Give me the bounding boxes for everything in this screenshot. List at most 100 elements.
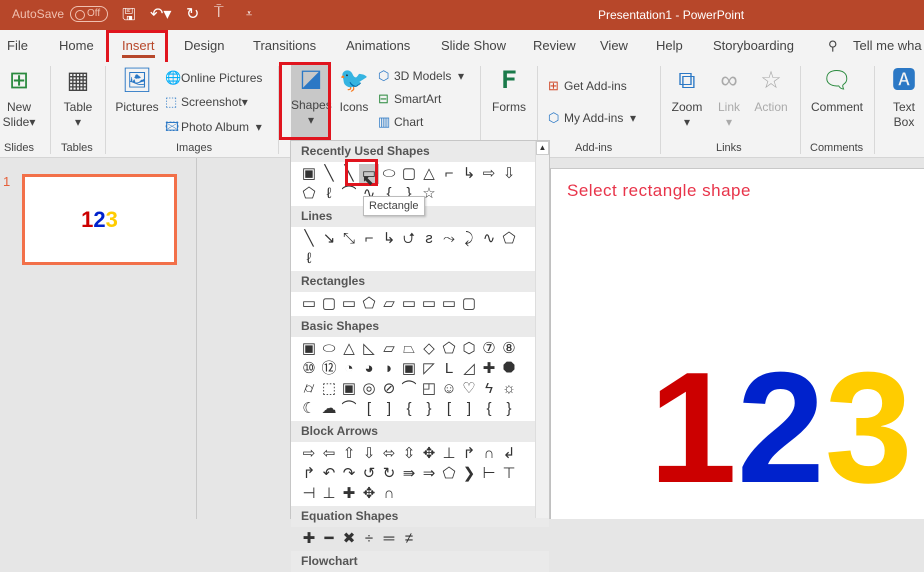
shape-icon[interactable]: ∿ [479,229,499,249]
shape-icon[interactable]: ▱ [379,339,399,359]
tab-slide-show[interactable]: Slide Show [441,38,506,53]
shape-icon[interactable]: ⌒ [339,184,359,204]
tab-transitions[interactable]: Transitions [253,38,316,53]
shape-icon[interactable]: ⇦ [319,444,339,464]
shape-icon[interactable]: ▢ [399,164,419,184]
shape-icon[interactable]: ⊣ [299,484,319,504]
shape-icon[interactable]: ⌐ [439,164,459,184]
get-addins-button[interactable]: ⊞ Get Add-ins [548,78,627,94]
new-slide-button[interactable]: ⊞ New Slide▾ [2,66,36,130]
shape-icon[interactable]: ↺ [359,464,379,484]
screenshot-button[interactable]: ⬚ Screenshot▾ [165,94,248,110]
shape-icon[interactable]: ƨ [419,229,439,249]
shape-icon[interactable]: ☁ [319,399,339,419]
shape-icon[interactable]: ℓ [299,249,319,269]
shape-icon[interactable]: ╲ [299,229,319,249]
shape-icon[interactable]: ↷ [339,464,359,484]
shape-icon[interactable]: ☺ [439,379,459,399]
shape-icon[interactable]: ▭ [419,294,439,314]
shape-icon[interactable]: ⏢ [399,339,419,359]
shape-icon[interactable]: ⑩ [299,359,319,379]
shape-icon[interactable]: ▣ [399,359,419,379]
shape-icon[interactable]: } [419,399,439,419]
shape-icon[interactable]: ↘ [319,229,339,249]
shape-icon[interactable]: ◿ [459,359,479,379]
shape-icon[interactable]: ⇨ [299,444,319,464]
shape-icon[interactable]: ⇩ [499,164,519,184]
shape-icon[interactable]: ⌒ [339,399,359,419]
text-box-button[interactable]: 🅰 Text Box [884,66,924,130]
shape-icon[interactable]: ✖ [339,529,359,549]
shape-icon[interactable]: ] [379,399,399,419]
autosave-toggle[interactable]: Off [70,6,108,22]
shape-icon[interactable]: ━ [319,529,339,549]
shape-icon[interactable]: ↱ [459,444,479,464]
shape-icon[interactable]: ⇒ [419,464,439,484]
shape-icon[interactable]: ✥ [419,444,439,464]
shape-icon[interactable]: ⑫ [319,359,339,379]
shape-icon[interactable]: ▱ [379,294,399,314]
shape-icon[interactable]: ▣ [339,379,359,399]
shape-icon[interactable]: ⤡ [339,229,359,249]
link-button[interactable]: ∞ Link ▾ [712,66,746,130]
shape-icon[interactable]: ↶ [319,464,339,484]
shape-icon[interactable]: ⇨ [479,164,499,184]
action-button[interactable]: ☆ Action [750,66,792,115]
shape-icon[interactable]: ❯ [459,464,479,484]
photo-album-button[interactable]: 🖾 Photo Album ▾ [165,118,262,140]
smartart-button[interactable]: ⊟ SmartArt [378,91,441,107]
shape-icon[interactable]: ⊤ [499,464,519,484]
shape-icon[interactable]: ✚ [339,484,359,504]
shape-icon[interactable]: [ [439,399,459,419]
shape-icon[interactable]: { [399,399,419,419]
comment-button[interactable]: 🗨 Comment [806,66,868,115]
slide-thumbnail[interactable]: 123 [22,174,177,265]
present-icon[interactable]: ⍑ [214,4,224,22]
tell-me-input[interactable]: Tell me wha [853,38,922,53]
shape-icon[interactable]: ⬠ [439,339,459,359]
shape-icon[interactable]: ◺ [359,339,379,359]
gallery-scrollbar[interactable]: ▲ [535,141,549,518]
shape-icon[interactable]: ✚ [479,359,499,379]
shape-icon[interactable]: ⊥ [319,484,339,504]
shape-icon[interactable]: ▣ [299,339,319,359]
shape-icon[interactable]: } [499,399,519,419]
chart-button[interactable]: ▥ Chart [378,114,423,130]
shape-icon[interactable]: ϟ [479,379,499,399]
zoom-button[interactable]: ⧉ Zoom ▾ [668,66,706,130]
shape-icon[interactable]: ☾ [299,399,319,419]
tab-view[interactable]: View [600,38,628,53]
shape-icon[interactable]: ℓ [319,184,339,204]
shape-icon[interactable]: ◰ [419,379,439,399]
shape-icon[interactable]: ⬄ [379,444,399,464]
shape-icon[interactable]: ÷ [359,529,379,549]
customize-qat-icon[interactable]: ⩡ [246,8,252,21]
shape-icon[interactable]: ⤸ [459,229,479,249]
shape-icon[interactable]: ] [459,399,479,419]
shape-icon[interactable]: ⇛ [399,464,419,484]
shape-icon[interactable]: ♡ [459,379,479,399]
shape-icon[interactable]: { [479,399,499,419]
shape-icon[interactable]: ◗ [379,359,399,379]
shape-icon[interactable]: ⯃ [499,359,519,379]
slide-canvas[interactable]: Select rectangle shape 123 [550,168,924,519]
shape-icon[interactable]: ◎ [359,379,379,399]
shape-icon[interactable]: ▭ [339,294,359,314]
shape-icon[interactable]: ✥ [359,484,379,504]
shape-icon[interactable]: ◸ [419,359,439,379]
shape-icon[interactable]: [ [359,399,379,419]
shape-icon[interactable]: ∩ [379,484,399,504]
shape-icon[interactable]: ▣ [299,164,319,184]
tab-home[interactable]: Home [59,38,94,53]
save-icon[interactable]: 🖫 [122,4,136,31]
shape-icon[interactable]: ⇳ [399,444,419,464]
shape-icon[interactable]: ⬡ [459,339,479,359]
3d-models-button[interactable]: ⬡ 3D Models ▾ [378,68,464,84]
shape-icon[interactable]: ⌒ [399,379,419,399]
shape-icon[interactable]: ⬠ [499,229,519,249]
shape-icon[interactable]: ◇ [419,339,439,359]
shape-icon[interactable]: ⬭ [379,164,399,184]
shape-icon[interactable]: ⇩ [359,444,379,464]
shape-icon[interactable]: ↻ [379,464,399,484]
shape-icon[interactable]: ⊘ [379,379,399,399]
